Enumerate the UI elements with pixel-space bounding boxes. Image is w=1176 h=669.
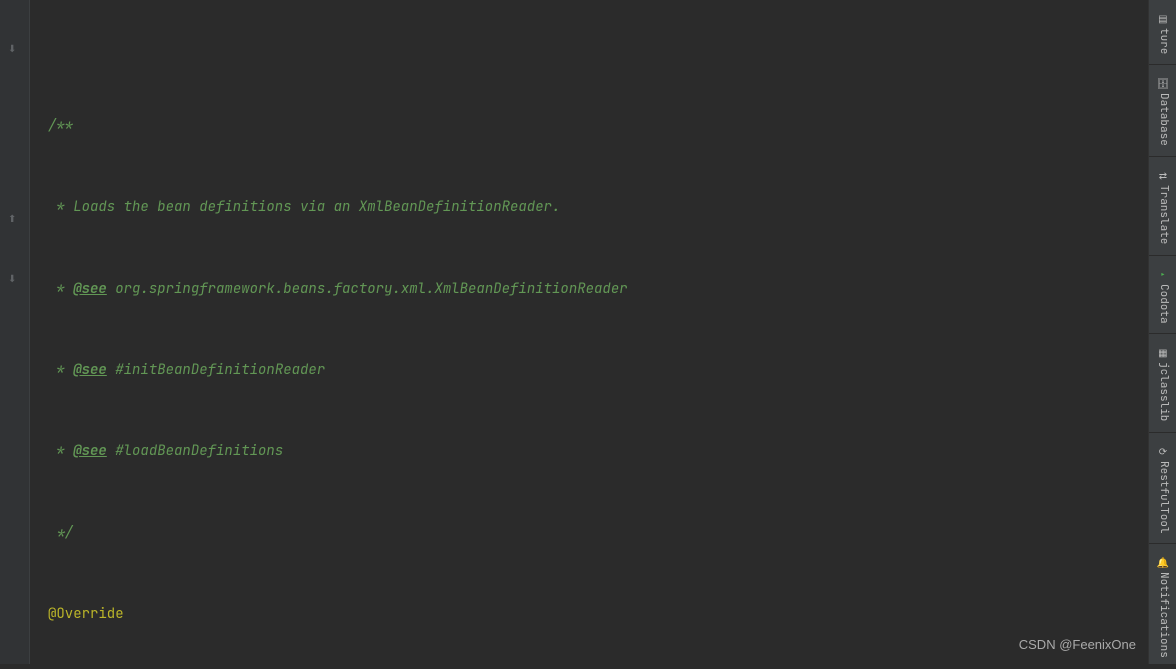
- javadoc-prefix: *: [48, 280, 73, 298]
- tool-button-notifications[interactable]: 🔔Notifications: [1149, 544, 1176, 669]
- javadoc-see-tag: @see: [73, 442, 107, 460]
- tool-button-translate[interactable]: ⇄Translate: [1149, 157, 1176, 255]
- javadoc-see-tag: @see: [73, 280, 107, 298]
- translate-icon: ⇄: [1156, 167, 1170, 181]
- tool-button-codota[interactable]: ▸Codota: [1149, 256, 1176, 335]
- annotation-override: @Override: [48, 605, 124, 623]
- codota-icon: ▸: [1156, 266, 1170, 280]
- javadoc-ref: #initBeanDefinitionReader: [115, 361, 325, 379]
- javadoc-prefix: *: [48, 361, 73, 379]
- bell-icon: 🔔: [1156, 554, 1170, 568]
- javadoc-ref: org.springframework.beans.factory.xml.Xm…: [115, 280, 627, 298]
- javadoc-ref: #loadBeanDefinitions: [115, 442, 283, 460]
- tool-button-structure[interactable]: ▤ture: [1149, 0, 1176, 65]
- javadoc-see-tag: @see: [73, 361, 107, 379]
- tool-button-database[interactable]: 🗄Database: [1149, 65, 1176, 157]
- javadoc-end: */: [48, 524, 73, 542]
- javadoc-start: /**: [48, 117, 73, 135]
- watermark-text: CSDN @FeenixOne: [1019, 633, 1136, 656]
- tool-button-jclasslib[interactable]: ▦jclasslib: [1149, 334, 1176, 432]
- structure-icon: ▤: [1156, 10, 1170, 24]
- tool-window-bar-right: ▤ture 🗄Database ⇄Translate ▸Codota ▦jcla…: [1148, 0, 1176, 664]
- tool-button-restfultool[interactable]: ⟳RestfulTool: [1149, 433, 1176, 545]
- jclasslib-icon: ▦: [1156, 344, 1170, 358]
- database-icon: 🗄: [1156, 75, 1170, 89]
- restful-icon: ⟳: [1156, 443, 1170, 457]
- javadoc-prefix: *: [48, 442, 73, 460]
- javadoc-text: * Loads the bean definitions via an XmlB…: [48, 198, 560, 216]
- code-editor[interactable]: /** * Loads the bean definitions via an …: [0, 0, 1146, 664]
